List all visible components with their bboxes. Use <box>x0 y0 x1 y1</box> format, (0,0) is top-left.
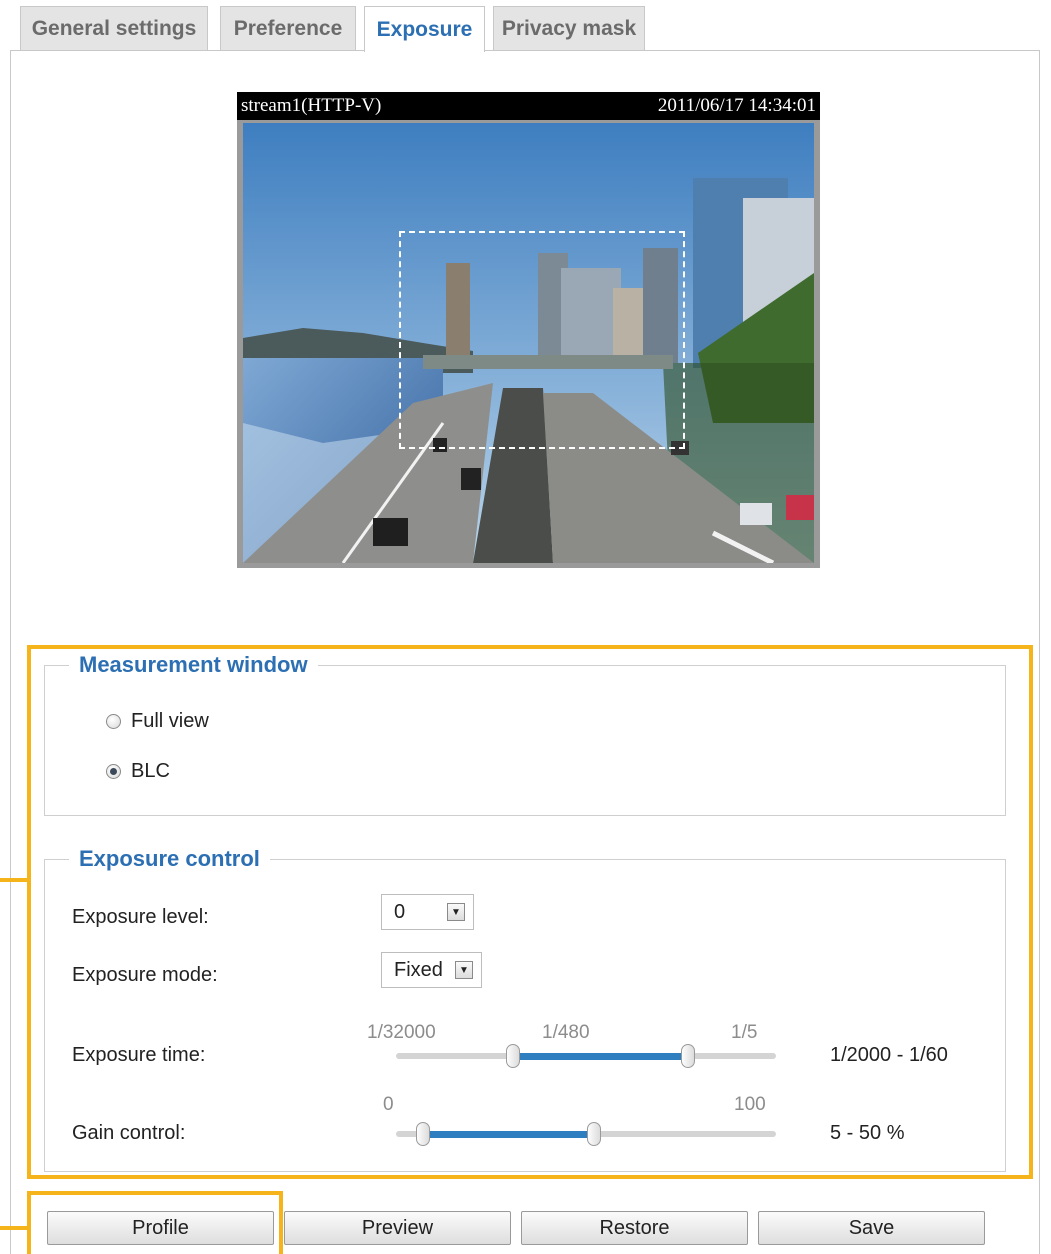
gain-max-tick: 100 <box>734 1094 766 1115</box>
chevron-down-icon[interactable]: ▼ <box>455 961 473 979</box>
preview-button[interactable]: Preview <box>284 1211 511 1245</box>
exposure-time-label: Exposure time: <box>72 1044 206 1066</box>
tab-general-settings[interactable]: General settings <box>20 6 208 50</box>
highlight-connector <box>0 878 30 882</box>
exposure-control-legend: Exposure control <box>69 844 270 874</box>
blc-radio[interactable] <box>106 764 121 779</box>
exposure-time-min-tick: 1/32000 <box>367 1022 436 1043</box>
exposure-time-high-handle[interactable] <box>681 1044 695 1068</box>
exposure-mode-label: Exposure mode: <box>72 964 218 986</box>
chevron-down-icon[interactable]: ▼ <box>447 903 465 921</box>
exposure-time-max-tick: 1/5 <box>731 1022 758 1043</box>
gain-high-handle[interactable] <box>587 1122 601 1146</box>
stream-label: stream1(HTTP-V) <box>241 95 382 116</box>
gain-slider-range <box>423 1131 594 1138</box>
gain-control-label: Gain control: <box>72 1122 186 1144</box>
gain-low-handle[interactable] <box>416 1122 430 1146</box>
exposure-level-label: Exposure level: <box>72 906 209 928</box>
measurement-window-group: Measurement window <box>44 650 1006 816</box>
tab-preference[interactable]: Preference <box>220 6 356 50</box>
save-button[interactable]: Save <box>758 1211 985 1245</box>
full-view-option[interactable]: Full view <box>106 710 209 733</box>
measurement-window-legend: Measurement window <box>69 650 318 680</box>
tab-privacy-mask[interactable]: Privacy mask <box>493 6 645 50</box>
exposure-time-mid-tick: 1/480 <box>542 1022 590 1043</box>
video-timestamp: 2011/06/17 14:34:01 <box>657 95 816 116</box>
blc-measurement-box[interactable] <box>399 231 685 449</box>
gain-min-tick: 0 <box>383 1094 394 1115</box>
blc-option[interactable]: BLC <box>106 760 170 783</box>
exposure-level-select[interactable]: 0 ▼ <box>381 894 474 930</box>
gain-range-value: 5 - 50 % <box>830 1122 905 1144</box>
restore-button[interactable]: Restore <box>521 1211 748 1245</box>
highlight-connector <box>0 1226 30 1230</box>
full-view-label: Full view <box>131 710 209 732</box>
tab-exposure[interactable]: Exposure <box>364 6 485 52</box>
video-title-bar: stream1(HTTP-V) 2011/06/17 14:34:01 <box>237 92 820 120</box>
exposure-time-range-value: 1/2000 - 1/60 <box>830 1044 948 1066</box>
profile-button[interactable]: Profile <box>47 1211 274 1245</box>
exposure-level-value: 0 <box>394 900 406 923</box>
exposure-mode-select[interactable]: Fixed ▼ <box>381 952 482 988</box>
video-preview[interactable]: stream1(HTTP-V) 2011/06/17 14:34:01 <box>237 92 820 568</box>
full-view-radio[interactable] <box>106 714 121 729</box>
exposure-time-low-handle[interactable] <box>506 1044 520 1068</box>
exposure-time-slider-range <box>514 1053 688 1060</box>
exposure-mode-value: Fixed <box>394 958 443 981</box>
blc-label: BLC <box>131 760 170 782</box>
